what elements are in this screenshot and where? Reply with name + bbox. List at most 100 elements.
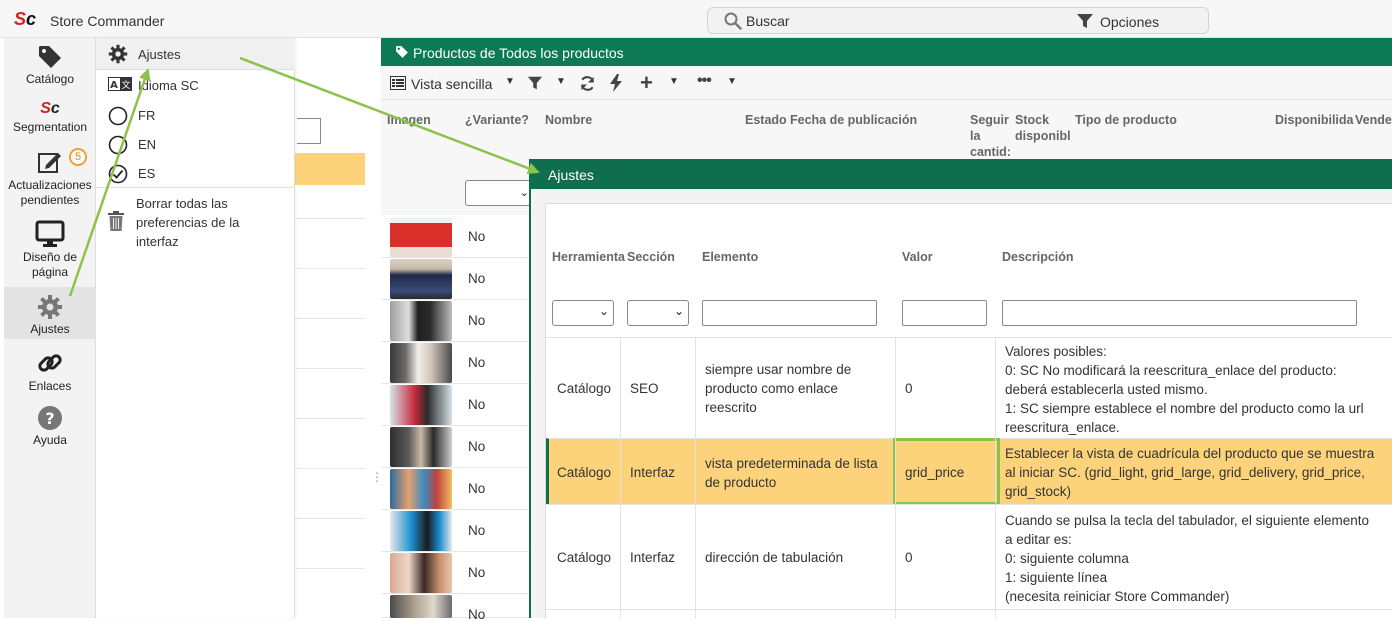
chevron-down-icon[interactable]: ▼ bbox=[669, 76, 679, 87]
menu-item-clear-preferences[interactable]: Borrar todas las preferencias de la inte… bbox=[96, 193, 295, 253]
col-pub-date[interactable]: Fecha de publicación bbox=[790, 112, 917, 128]
catalog-selected-item[interactable] bbox=[295, 153, 365, 185]
nav-label-links: Enlaces bbox=[28, 379, 72, 393]
menu-item-lang-en[interactable]: EN bbox=[96, 133, 295, 157]
nav-item-settings[interactable]: Ajustes bbox=[4, 294, 96, 337]
refresh-icon[interactable] bbox=[579, 75, 596, 92]
col-value[interactable]: Valor bbox=[902, 250, 933, 264]
filter-icon[interactable] bbox=[1076, 13, 1094, 29]
cell-element-line: siempre usar nombre de bbox=[705, 362, 852, 377]
section-filter-select[interactable]: ⌄ bbox=[627, 300, 689, 326]
tool-filter-select[interactable]: ⌄ bbox=[552, 300, 614, 326]
chevron-down-icon[interactable]: ▼ bbox=[505, 76, 515, 87]
cell-element-line: vista predeterminada de lista bbox=[705, 456, 878, 471]
more-icon[interactable]: ••• bbox=[697, 72, 712, 90]
table-row[interactable]: Catálogo Interfaz dirección de tabulació… bbox=[546, 504, 1392, 609]
menu-item-lang-fr[interactable]: FR bbox=[96, 104, 295, 128]
table-row[interactable]: No bbox=[381, 594, 531, 622]
panel-resize-handle[interactable]: ⋮ bbox=[371, 470, 383, 490]
menu-item-language[interactable]: A 文 Idioma SC bbox=[96, 74, 295, 96]
chevron-down-icon[interactable]: ▼ bbox=[556, 76, 566, 87]
col-stock-2[interactable]: disponibl bbox=[1015, 128, 1071, 144]
table-row[interactable]: Catálogo SEO siempre usar nombre de prod… bbox=[546, 337, 1392, 438]
table-row[interactable]: No bbox=[381, 552, 531, 594]
filter-icon[interactable] bbox=[527, 75, 543, 91]
column-separator bbox=[895, 337, 896, 619]
nav-item-page-design[interactable]: Diseño de página bbox=[4, 220, 96, 280]
table-row[interactable]: No bbox=[381, 468, 531, 510]
chevron-down-icon[interactable]: ▼ bbox=[727, 76, 737, 87]
col-image[interactable]: Imagen bbox=[387, 112, 431, 128]
cell-element-line: dirección de tabulación bbox=[705, 550, 844, 565]
col-name[interactable]: Nombre bbox=[545, 112, 592, 128]
col-tool[interactable]: Herramienta bbox=[552, 250, 625, 264]
menu-divider bbox=[96, 187, 295, 188]
col-element[interactable]: Elemento bbox=[702, 250, 758, 264]
nav-label-settings: Ajustes bbox=[30, 322, 70, 336]
col-stock-1[interactable]: Stock bbox=[1015, 112, 1049, 128]
radio-checked-icon bbox=[108, 164, 128, 184]
nav-item-updates[interactable]: 5 Actualizaciones pendientes bbox=[4, 148, 96, 208]
gear-icon bbox=[38, 295, 62, 319]
radio-unchecked-icon bbox=[108, 135, 128, 155]
nav-item-segmentation[interactable]: Sc Segmentation bbox=[4, 100, 96, 135]
options-button[interactable]: Opciones bbox=[1100, 14, 1159, 30]
col-variant[interactable]: ¿Variante? bbox=[465, 112, 529, 128]
search-icon bbox=[724, 12, 742, 30]
col-follow-2[interactable]: la bbox=[970, 128, 980, 144]
cell-description-line: Cuando se pulsa la tecla del tabulador, … bbox=[1005, 513, 1369, 528]
menu-item-lang-es[interactable]: ES bbox=[96, 162, 295, 186]
table-row[interactable]: No bbox=[381, 426, 531, 468]
cell-value[interactable]: 0 bbox=[905, 548, 913, 567]
table-row-selected[interactable]: Catálogo Interfaz vista predeterminada d… bbox=[546, 438, 1392, 505]
view-selector[interactable]: Vista sencilla bbox=[411, 76, 492, 92]
nav-item-help[interactable]: ? Ayuda bbox=[4, 405, 96, 448]
col-follow-3[interactable]: cantid: bbox=[970, 144, 1011, 160]
lightning-icon[interactable] bbox=[610, 74, 622, 92]
settings-dialog-header[interactable]: Ajustes bbox=[531, 159, 1392, 189]
menu-item-settings[interactable]: Ajustes bbox=[96, 38, 295, 70]
divider bbox=[295, 318, 365, 319]
col-follow-1[interactable]: Seguir bbox=[970, 112, 1009, 128]
catalog-tree-panel bbox=[295, 38, 367, 618]
nav-item-catalog[interactable]: Catálogo bbox=[4, 44, 96, 87]
search-label: Buscar bbox=[746, 13, 790, 29]
table-row[interactable]: No bbox=[381, 342, 531, 384]
search-box[interactable]: Buscar Opciones bbox=[707, 7, 1209, 34]
chevron-down-icon: ⌄ bbox=[673, 304, 684, 318]
cell-section: Interfaz bbox=[630, 465, 676, 480]
col-availability[interactable]: Disponibilida bbox=[1275, 112, 1353, 128]
catalog-search-input[interactable] bbox=[297, 118, 321, 144]
col-section[interactable]: Sección bbox=[627, 250, 675, 264]
col-description[interactable]: Descripción bbox=[1002, 250, 1074, 264]
element-filter-input[interactable] bbox=[702, 300, 877, 326]
col-state[interactable]: Estado bbox=[745, 112, 787, 128]
trash-icon bbox=[108, 211, 124, 231]
table-row[interactable]: No bbox=[381, 510, 531, 552]
cell-description-line: Establecer la vista de cuadrícula del pr… bbox=[1005, 446, 1375, 461]
settings-menu: Ajustes A 文 Idioma SC FR EN ES Borrar to… bbox=[96, 38, 295, 618]
product-thumbnail bbox=[390, 595, 452, 618]
value-filter-input[interactable] bbox=[902, 300, 987, 326]
column-separator bbox=[995, 337, 996, 619]
list-view-icon bbox=[390, 76, 406, 90]
table-row[interactable]: No bbox=[381, 258, 531, 300]
col-sell[interactable]: Vende bbox=[1355, 112, 1392, 128]
divider bbox=[295, 218, 365, 219]
col-type[interactable]: Tipo de producto bbox=[1075, 112, 1177, 128]
cell-value[interactable]: grid_price bbox=[905, 463, 964, 482]
cell-value[interactable]: 0 bbox=[905, 379, 913, 398]
table-row[interactable]: No bbox=[381, 384, 531, 426]
table-row[interactable]: No bbox=[381, 300, 531, 342]
nav-item-links[interactable]: Enlaces bbox=[4, 349, 96, 394]
variant-filter-select[interactable]: ⌄ bbox=[465, 180, 531, 206]
add-icon[interactable]: + bbox=[640, 70, 653, 96]
product-thumbnail bbox=[390, 343, 452, 383]
app-title: Store Commander bbox=[50, 13, 165, 29]
tag-icon bbox=[39, 46, 61, 68]
description-filter-input[interactable] bbox=[1002, 300, 1357, 326]
updates-badge: 5 bbox=[69, 148, 87, 166]
menu-label-settings: Ajustes bbox=[138, 47, 181, 62]
table-row[interactable]: No bbox=[381, 216, 531, 258]
product-thumbnail bbox=[390, 427, 452, 467]
